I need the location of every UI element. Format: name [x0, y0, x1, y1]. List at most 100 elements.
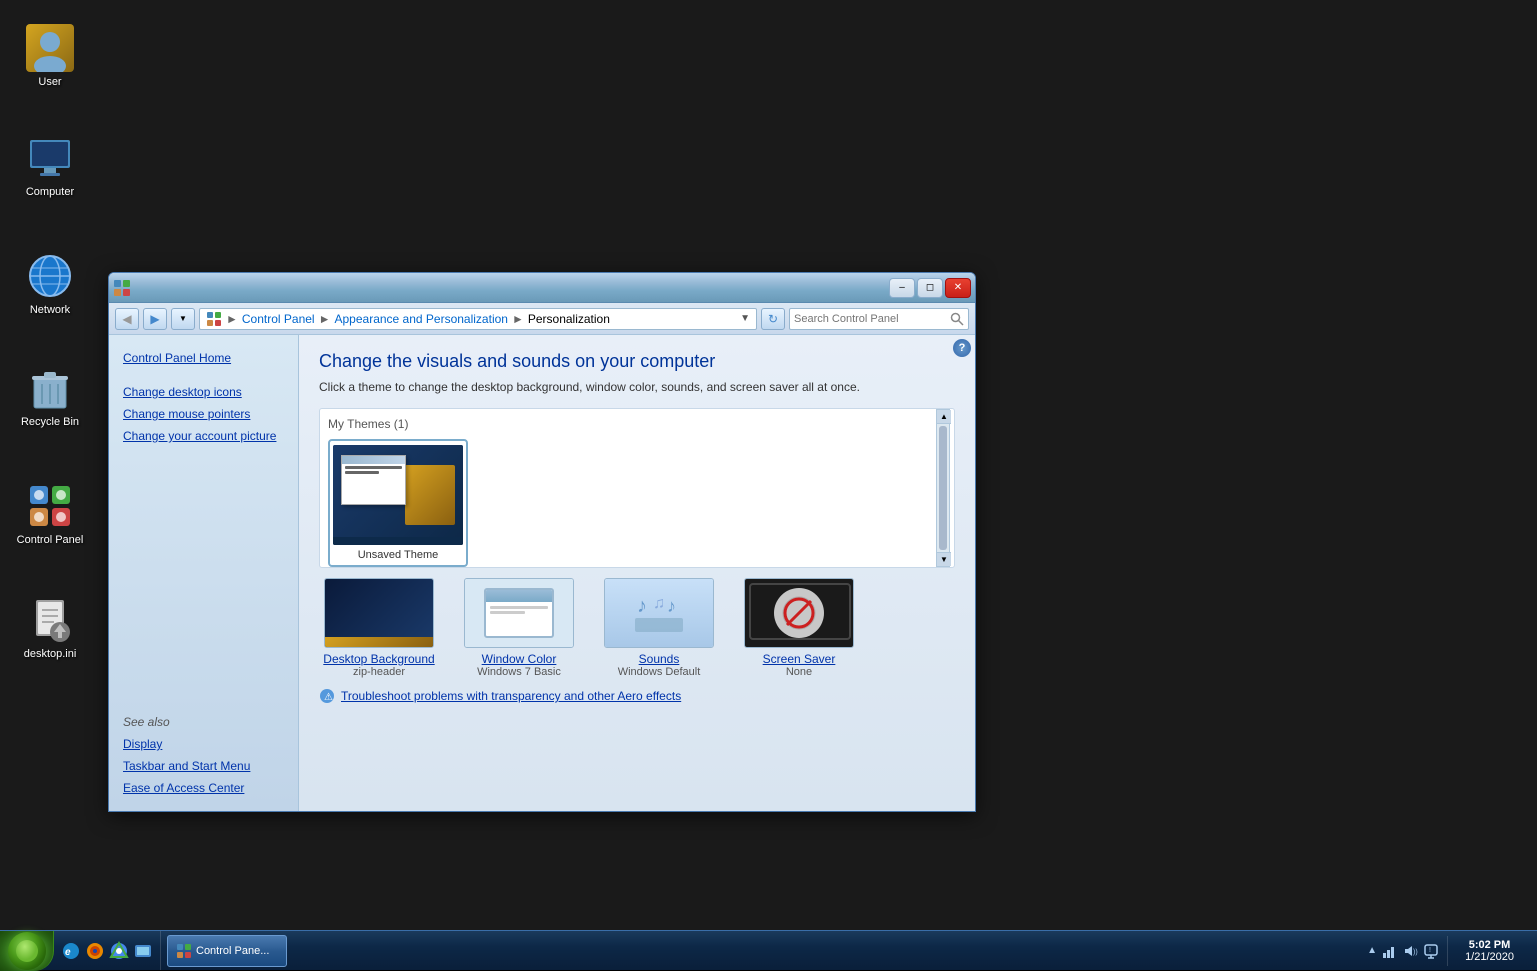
forward-button[interactable]: ▶ [143, 308, 167, 330]
theme-preview [333, 445, 463, 545]
close-button[interactable]: ✕ [945, 278, 971, 298]
desktop-icon-recycle-bin[interactable]: Recycle Bin [10, 360, 90, 432]
sidebar-link-change-account-picture[interactable]: Change your account picture [109, 425, 298, 447]
scrollbar-down-button[interactable]: ▼ [937, 552, 951, 566]
sounds-label[interactable]: Sounds [639, 652, 680, 666]
notif-action-center-icon[interactable]: ! [1422, 942, 1440, 960]
theme-item-unsaved[interactable]: Unsaved Theme [328, 439, 468, 567]
scrollbar-thumb[interactable] [939, 426, 947, 550]
breadcrumb-current: Personalization [528, 312, 610, 326]
taskbar-window-label: Control Pane... [196, 945, 269, 957]
breadcrumb-bar: ► Control Panel ► Appearance and Persona… [199, 308, 757, 330]
sounds-sublabel: Windows Default [618, 666, 701, 678]
sidebar-link-change-mouse-pointers[interactable]: Change mouse pointers [109, 403, 298, 425]
search-input[interactable] [794, 313, 948, 325]
computer-icon-label: Computer [26, 186, 74, 198]
minimize-button[interactable]: – [889, 278, 915, 298]
recycle-bin-icon [26, 364, 74, 412]
my-themes-label: My Themes (1) [328, 417, 946, 431]
theme-name: Unsaved Theme [358, 549, 439, 561]
svg-text:!: ! [1429, 947, 1431, 954]
breadcrumb-sep-1: ► [226, 312, 238, 326]
troubleshoot-icon: ⚠ [319, 688, 335, 704]
control-panel-icon [26, 482, 74, 530]
desktop-ini-icon [26, 596, 74, 644]
search-box[interactable] [789, 308, 969, 330]
troubleshoot-link-text: Troubleshoot problems with transparency … [341, 689, 681, 703]
ql-firefox-button[interactable] [84, 940, 106, 962]
thumbnail-sounds[interactable]: ♪ ♫ ♪ Sounds Windows Default [599, 578, 719, 678]
themes-panel: My Themes (1) [319, 408, 955, 568]
desktop-icon-control-panel[interactable]: Control Panel [10, 478, 90, 550]
themes-scrollbar[interactable]: ▲ ▼ [936, 409, 950, 567]
screen-saver-thumbnail [744, 578, 854, 648]
desktop: User Computer Network [0, 0, 1537, 970]
thumbnail-screen-saver[interactable]: Screen Saver None [739, 578, 859, 678]
start-orb [8, 932, 46, 970]
desktop-icon-desktop-ini[interactable]: desktop.ini [10, 592, 90, 664]
start-orb-inner [16, 940, 38, 962]
desktop-background-thumbnail [324, 578, 434, 648]
desktop-background-sublabel: zip-header [353, 666, 405, 678]
sounds-thumbnail: ♪ ♫ ♪ [604, 578, 714, 648]
scrollbar-up-button[interactable]: ▲ [937, 410, 951, 424]
svg-text:)): )) [1413, 949, 1418, 956]
control-panel-window: – ◻ ✕ ◀ ▶ ▼ ► Control Panel ► Appearance [108, 272, 976, 812]
notif-divider [1447, 936, 1448, 966]
main-title: Change the visuals and sounds on your co… [319, 351, 955, 372]
folder-icon [206, 311, 222, 327]
start-button[interactable] [0, 931, 54, 971]
recycle-bin-icon-label: Recycle Bin [21, 416, 79, 428]
window-content: Control Panel Home Change desktop icons … [109, 335, 975, 811]
clock-date: 1/21/2020 [1465, 951, 1514, 963]
dropdown-button[interactable]: ▼ [171, 308, 195, 330]
taskbar-window-control-panel[interactable]: Control Pane... [167, 935, 287, 967]
sidebar-link-display[interactable]: Display [109, 733, 298, 755]
desktop-background-label[interactable]: Desktop Background [323, 652, 434, 666]
refresh-button[interactable]: ↻ [761, 308, 785, 330]
sidebar-link-change-desktop-icons[interactable]: Change desktop icons [109, 381, 298, 403]
svg-text:♫: ♫ [653, 595, 665, 612]
ql-show-desktop-button[interactable] [132, 940, 154, 962]
sidebar-link-taskbar[interactable]: Taskbar and Start Menu [109, 755, 298, 777]
breadcrumb-dropdown[interactable]: ▼ [740, 313, 750, 324]
sidebar-link-cp-home[interactable]: Control Panel Home [109, 347, 298, 369]
window-color-label[interactable]: Window Color [482, 652, 557, 666]
thumbnail-desktop-background[interactable]: Desktop Background zip-header [319, 578, 439, 678]
address-bar: ◀ ▶ ▼ ► Control Panel ► Appearance and P… [109, 303, 975, 335]
network-icon-label: Network [30, 304, 70, 316]
main-subtitle: Click a theme to change the desktop back… [319, 380, 955, 394]
taskbar-cp-icon [176, 943, 192, 959]
notif-expand-button[interactable]: ▲ [1367, 945, 1377, 956]
taskbar: e [0, 930, 1537, 970]
notif-volume-icon[interactable]: )) [1401, 942, 1419, 960]
thumbnail-window-color[interactable]: Window Color Windows 7 Basic [459, 578, 579, 678]
clock-area[interactable]: 5:02 PM 1/21/2020 [1455, 939, 1524, 963]
svg-text:♪: ♪ [667, 596, 676, 616]
notification-area: ▲ )) ! [1363, 936, 1537, 966]
maximize-button[interactable]: ◻ [917, 278, 943, 298]
notif-network-icon[interactable] [1380, 942, 1398, 960]
desktop-icon-network[interactable]: Network [10, 248, 90, 320]
help-button[interactable]: ? [953, 339, 971, 357]
desktop-icon-user[interactable]: User [10, 20, 90, 92]
window-icon [113, 279, 131, 297]
bottom-thumbnails: Desktop Background zip-header [319, 578, 955, 678]
control-panel-icon-label: Control Panel [17, 534, 84, 546]
svg-text:e: e [65, 947, 71, 958]
network-icon [26, 252, 74, 300]
screen-saver-label[interactable]: Screen Saver [763, 652, 836, 666]
ql-ie-button[interactable]: e [60, 940, 82, 962]
window-color-sublabel: Windows 7 Basic [477, 666, 561, 678]
svg-text:⚠: ⚠ [324, 692, 333, 703]
search-icon [950, 312, 964, 326]
breadcrumb-control-panel[interactable]: Control Panel [242, 312, 315, 326]
ql-chrome-button[interactable] [108, 940, 130, 962]
computer-icon [26, 134, 74, 182]
breadcrumb-appearance[interactable]: Appearance and Personalization [335, 312, 508, 326]
breadcrumb-sep-3: ► [512, 312, 524, 326]
back-button[interactable]: ◀ [115, 308, 139, 330]
sidebar-link-ease-of-access[interactable]: Ease of Access Center [109, 777, 298, 799]
desktop-icon-computer[interactable]: Computer [10, 130, 90, 202]
troubleshoot-link[interactable]: ⚠ Troubleshoot problems with transparenc… [319, 688, 955, 704]
